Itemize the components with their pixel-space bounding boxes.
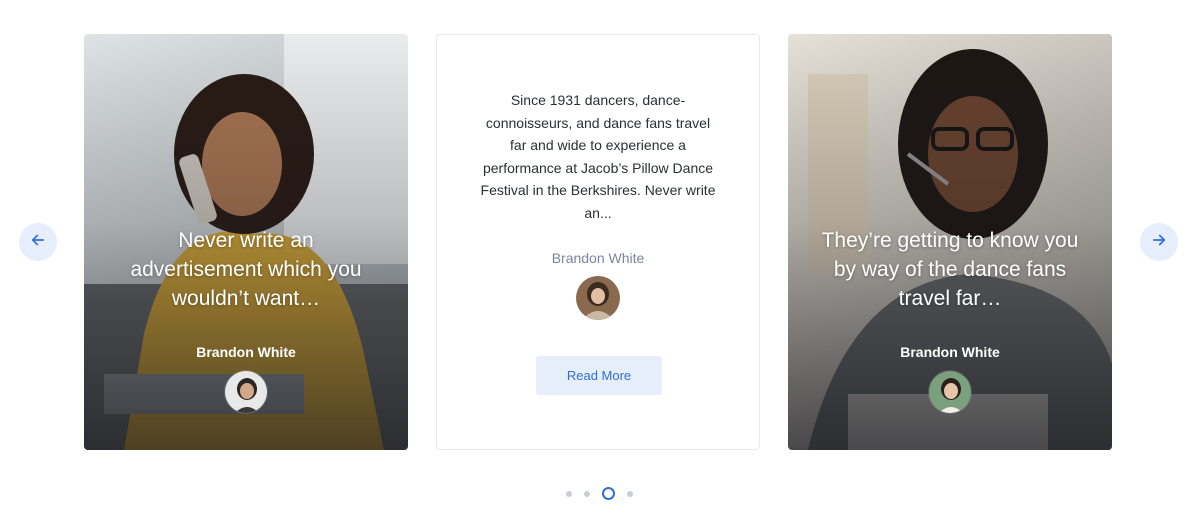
card-author: Brandon White (900, 344, 1000, 360)
carousel-pagination (0, 487, 1198, 500)
card-author: Brandon White (551, 250, 645, 266)
pagination-dot[interactable] (583, 490, 590, 497)
avatar (224, 370, 268, 414)
card-author: Brandon White (196, 344, 296, 360)
card-quote: Since 1931 dancers, dance-connoisseurs, … (480, 92, 716, 221)
arrow-left-icon (29, 231, 47, 254)
pagination-dot[interactable] (565, 490, 572, 497)
avatar (576, 276, 620, 320)
pagination-dot[interactable] (626, 490, 633, 497)
testimonial-card[interactable]: Never write an advertisement which you w… (84, 34, 408, 450)
card-quote: They’re getting to know you by way of th… (821, 229, 1079, 310)
carousel-prev-button[interactable] (19, 223, 57, 261)
read-more-button[interactable]: Read More (536, 356, 662, 395)
arrow-right-icon (1150, 231, 1168, 254)
pagination-dot-active[interactable] (601, 487, 615, 500)
avatar (928, 370, 972, 414)
card-quote: Never write an advertisement which you w… (130, 229, 362, 310)
testimonial-card[interactable]: Since 1931 dancers, dance-connoisseurs, … (436, 34, 760, 450)
carousel-next-button[interactable] (1140, 223, 1178, 261)
testimonial-card[interactable]: They’re getting to know you by way of th… (788, 34, 1112, 450)
